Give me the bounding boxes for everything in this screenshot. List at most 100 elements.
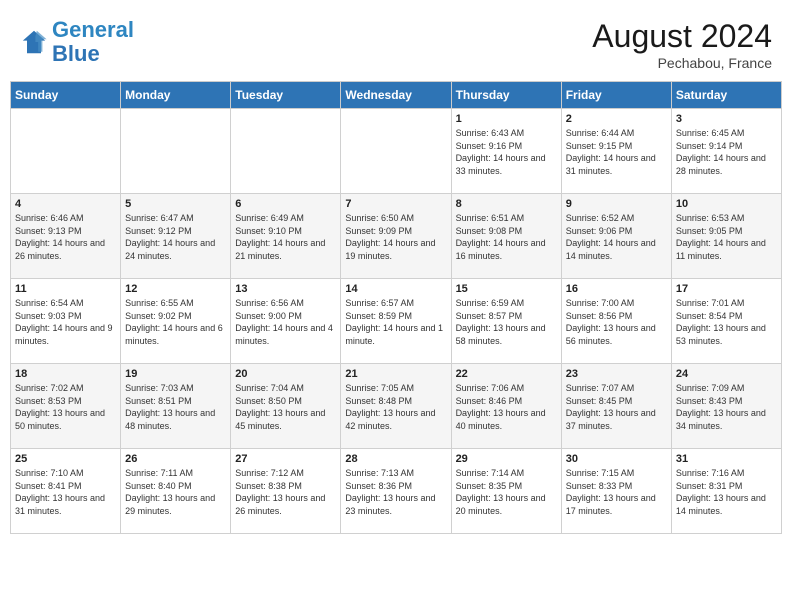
day-number: 4 — [15, 198, 116, 210]
month-year-title: August 2024 — [592, 18, 772, 55]
cell-info: Sunrise: 7:12 AMSunset: 8:38 PMDaylight:… — [235, 467, 336, 517]
day-number: 17 — [676, 283, 777, 295]
cell-info: Sunrise: 6:43 AMSunset: 9:16 PMDaylight:… — [456, 127, 557, 177]
day-number: 21 — [345, 368, 446, 380]
calendar-cell: 14 Sunrise: 6:57 AMSunset: 8:59 PMDaylig… — [341, 279, 451, 364]
calendar-cell: 31 Sunrise: 7:16 AMSunset: 8:31 PMDaylig… — [671, 449, 781, 534]
cell-info: Sunrise: 6:53 AMSunset: 9:05 PMDaylight:… — [676, 212, 777, 262]
day-number: 2 — [566, 113, 667, 125]
calendar-cell: 7 Sunrise: 6:50 AMSunset: 9:09 PMDayligh… — [341, 194, 451, 279]
cell-info: Sunrise: 6:45 AMSunset: 9:14 PMDaylight:… — [676, 127, 777, 177]
logo-icon — [20, 28, 48, 56]
cell-info: Sunrise: 7:16 AMSunset: 8:31 PMDaylight:… — [676, 467, 777, 517]
cell-info: Sunrise: 6:55 AMSunset: 9:02 PMDaylight:… — [125, 297, 226, 347]
logo-text: GeneralBlue — [52, 18, 134, 66]
calendar-cell: 24 Sunrise: 7:09 AMSunset: 8:43 PMDaylig… — [671, 364, 781, 449]
col-header-tuesday: Tuesday — [231, 82, 341, 109]
day-number: 31 — [676, 453, 777, 465]
calendar-week-5: 25 Sunrise: 7:10 AMSunset: 8:41 PMDaylig… — [11, 449, 782, 534]
day-number: 9 — [566, 198, 667, 210]
logo: GeneralBlue — [20, 18, 134, 66]
day-number: 16 — [566, 283, 667, 295]
cell-info: Sunrise: 6:54 AMSunset: 9:03 PMDaylight:… — [15, 297, 116, 347]
calendar-cell: 10 Sunrise: 6:53 AMSunset: 9:05 PMDaylig… — [671, 194, 781, 279]
calendar-cell: 19 Sunrise: 7:03 AMSunset: 8:51 PMDaylig… — [121, 364, 231, 449]
cell-info: Sunrise: 7:02 AMSunset: 8:53 PMDaylight:… — [15, 382, 116, 432]
calendar-cell: 25 Sunrise: 7:10 AMSunset: 8:41 PMDaylig… — [11, 449, 121, 534]
day-number: 14 — [345, 283, 446, 295]
cell-info: Sunrise: 7:10 AMSunset: 8:41 PMDaylight:… — [15, 467, 116, 517]
cell-info: Sunrise: 7:15 AMSunset: 8:33 PMDaylight:… — [566, 467, 667, 517]
calendar-cell: 17 Sunrise: 7:01 AMSunset: 8:54 PMDaylig… — [671, 279, 781, 364]
calendar-cell: 9 Sunrise: 6:52 AMSunset: 9:06 PMDayligh… — [561, 194, 671, 279]
day-number: 1 — [456, 113, 557, 125]
location-text: Pechabou, France — [592, 55, 772, 71]
day-number: 10 — [676, 198, 777, 210]
cell-info: Sunrise: 7:04 AMSunset: 8:50 PMDaylight:… — [235, 382, 336, 432]
day-number: 15 — [456, 283, 557, 295]
calendar-cell: 6 Sunrise: 6:49 AMSunset: 9:10 PMDayligh… — [231, 194, 341, 279]
day-number: 30 — [566, 453, 667, 465]
cell-info: Sunrise: 7:05 AMSunset: 8:48 PMDaylight:… — [345, 382, 446, 432]
cell-info: Sunrise: 6:57 AMSunset: 8:59 PMDaylight:… — [345, 297, 446, 347]
page-header: GeneralBlue August 2024 Pechabou, France — [10, 10, 782, 75]
day-number: 11 — [15, 283, 116, 295]
cell-info: Sunrise: 6:46 AMSunset: 9:13 PMDaylight:… — [15, 212, 116, 262]
calendar-cell: 8 Sunrise: 6:51 AMSunset: 9:08 PMDayligh… — [451, 194, 561, 279]
day-number: 5 — [125, 198, 226, 210]
calendar-cell: 1 Sunrise: 6:43 AMSunset: 9:16 PMDayligh… — [451, 109, 561, 194]
cell-info: Sunrise: 7:01 AMSunset: 8:54 PMDaylight:… — [676, 297, 777, 347]
col-header-sunday: Sunday — [11, 82, 121, 109]
cell-info: Sunrise: 6:51 AMSunset: 9:08 PMDaylight:… — [456, 212, 557, 262]
day-number: 25 — [15, 453, 116, 465]
calendar-cell: 20 Sunrise: 7:04 AMSunset: 8:50 PMDaylig… — [231, 364, 341, 449]
col-header-thursday: Thursday — [451, 82, 561, 109]
day-number: 29 — [456, 453, 557, 465]
day-number: 6 — [235, 198, 336, 210]
calendar-cell: 2 Sunrise: 6:44 AMSunset: 9:15 PMDayligh… — [561, 109, 671, 194]
col-header-friday: Friday — [561, 82, 671, 109]
calendar-week-1: 1 Sunrise: 6:43 AMSunset: 9:16 PMDayligh… — [11, 109, 782, 194]
cell-info: Sunrise: 7:07 AMSunset: 8:45 PMDaylight:… — [566, 382, 667, 432]
cell-info: Sunrise: 7:14 AMSunset: 8:35 PMDaylight:… — [456, 467, 557, 517]
title-area: August 2024 Pechabou, France — [592, 18, 772, 71]
day-number: 18 — [15, 368, 116, 380]
calendar-week-3: 11 Sunrise: 6:54 AMSunset: 9:03 PMDaylig… — [11, 279, 782, 364]
day-number: 7 — [345, 198, 446, 210]
calendar-cell: 23 Sunrise: 7:07 AMSunset: 8:45 PMDaylig… — [561, 364, 671, 449]
cell-info: Sunrise: 6:52 AMSunset: 9:06 PMDaylight:… — [566, 212, 667, 262]
calendar-week-4: 18 Sunrise: 7:02 AMSunset: 8:53 PMDaylig… — [11, 364, 782, 449]
calendar-cell: 15 Sunrise: 6:59 AMSunset: 8:57 PMDaylig… — [451, 279, 561, 364]
cell-info: Sunrise: 6:44 AMSunset: 9:15 PMDaylight:… — [566, 127, 667, 177]
cell-info: Sunrise: 7:03 AMSunset: 8:51 PMDaylight:… — [125, 382, 226, 432]
calendar-cell — [341, 109, 451, 194]
calendar-cell: 21 Sunrise: 7:05 AMSunset: 8:48 PMDaylig… — [341, 364, 451, 449]
calendar-table: SundayMondayTuesdayWednesdayThursdayFrid… — [10, 81, 782, 534]
cell-info: Sunrise: 6:56 AMSunset: 9:00 PMDaylight:… — [235, 297, 336, 347]
day-number: 12 — [125, 283, 226, 295]
col-header-monday: Monday — [121, 82, 231, 109]
day-number: 13 — [235, 283, 336, 295]
calendar-cell: 28 Sunrise: 7:13 AMSunset: 8:36 PMDaylig… — [341, 449, 451, 534]
day-number: 19 — [125, 368, 226, 380]
calendar-cell: 27 Sunrise: 7:12 AMSunset: 8:38 PMDaylig… — [231, 449, 341, 534]
calendar-cell: 26 Sunrise: 7:11 AMSunset: 8:40 PMDaylig… — [121, 449, 231, 534]
calendar-cell: 5 Sunrise: 6:47 AMSunset: 9:12 PMDayligh… — [121, 194, 231, 279]
cell-info: Sunrise: 7:00 AMSunset: 8:56 PMDaylight:… — [566, 297, 667, 347]
calendar-cell — [11, 109, 121, 194]
calendar-cell: 4 Sunrise: 6:46 AMSunset: 9:13 PMDayligh… — [11, 194, 121, 279]
calendar-cell — [121, 109, 231, 194]
cell-info: Sunrise: 7:06 AMSunset: 8:46 PMDaylight:… — [456, 382, 557, 432]
day-number: 8 — [456, 198, 557, 210]
cell-info: Sunrise: 7:13 AMSunset: 8:36 PMDaylight:… — [345, 467, 446, 517]
calendar-cell: 13 Sunrise: 6:56 AMSunset: 9:00 PMDaylig… — [231, 279, 341, 364]
day-number: 24 — [676, 368, 777, 380]
calendar-week-2: 4 Sunrise: 6:46 AMSunset: 9:13 PMDayligh… — [11, 194, 782, 279]
cell-info: Sunrise: 7:09 AMSunset: 8:43 PMDaylight:… — [676, 382, 777, 432]
calendar-cell: 11 Sunrise: 6:54 AMSunset: 9:03 PMDaylig… — [11, 279, 121, 364]
calendar-cell: 29 Sunrise: 7:14 AMSunset: 8:35 PMDaylig… — [451, 449, 561, 534]
day-number: 3 — [676, 113, 777, 125]
col-header-saturday: Saturday — [671, 82, 781, 109]
cell-info: Sunrise: 6:50 AMSunset: 9:09 PMDaylight:… — [345, 212, 446, 262]
cell-info: Sunrise: 6:59 AMSunset: 8:57 PMDaylight:… — [456, 297, 557, 347]
